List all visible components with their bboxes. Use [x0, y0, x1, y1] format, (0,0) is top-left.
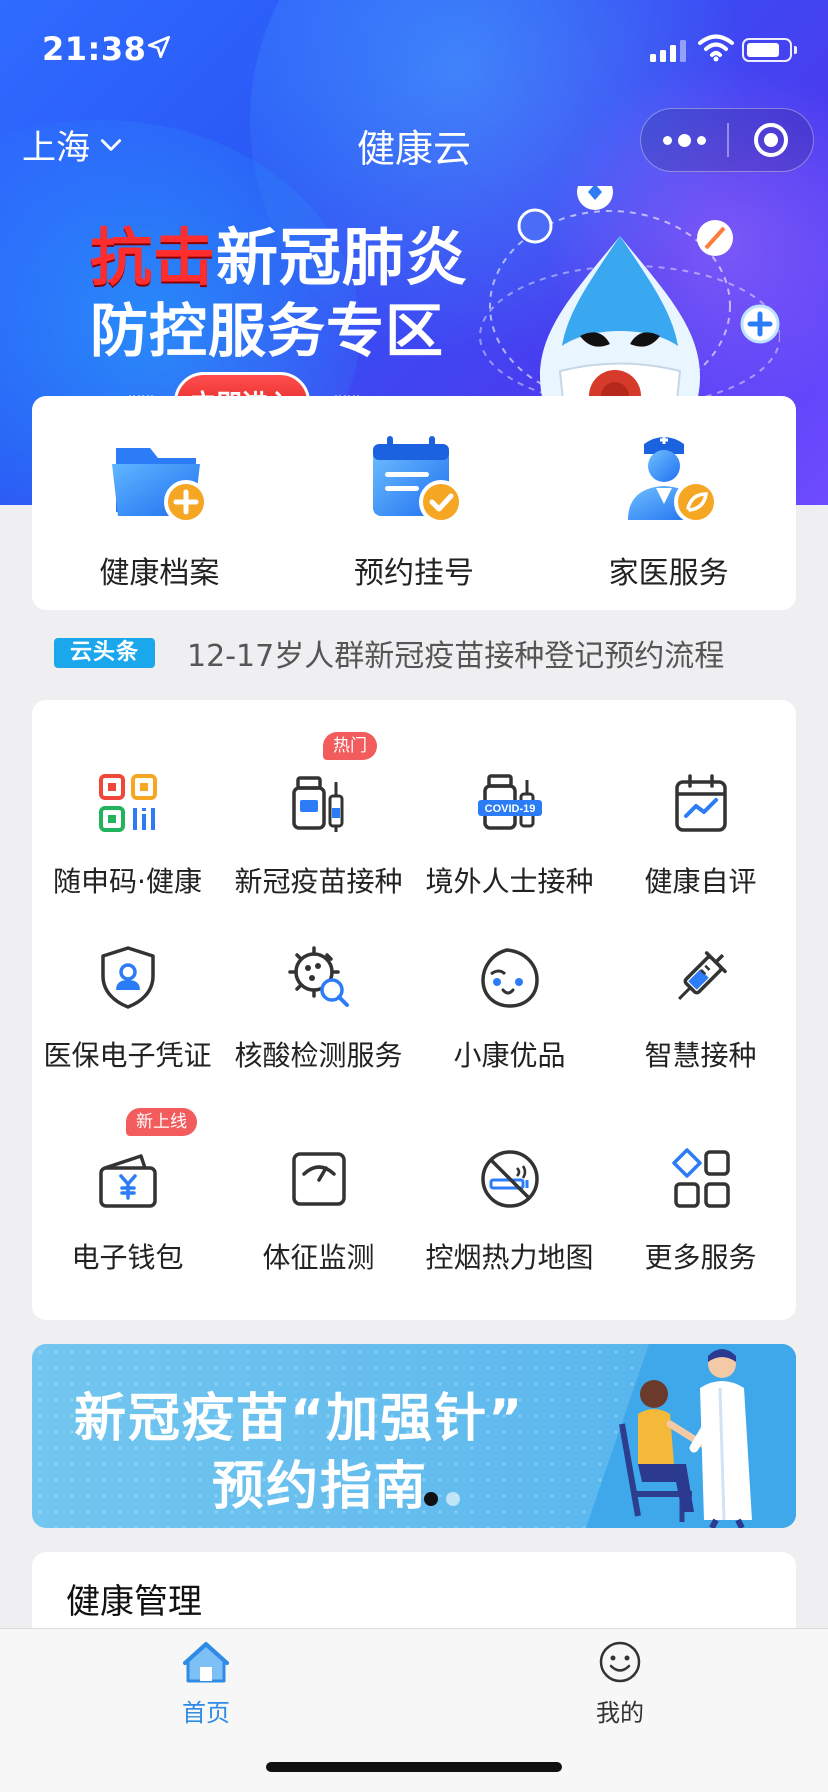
promo-headline: 新冠疫苗“加强针”: [74, 1389, 525, 1449]
shield-badge-icon: [100, 946, 155, 1009]
grid-more-icon: [671, 1148, 730, 1208]
quick-appointment[interactable]: 预约挂号: [287, 396, 542, 610]
battery-icon: [742, 38, 797, 62]
ticker-headline[interactable]: 12-17岁人群新冠疫苗接种登记预约流程: [187, 631, 724, 675]
service-suishen-code[interactable]: 随申码·健康: [32, 770, 223, 900]
service-medical-insurance[interactable]: 医保电子凭证: [32, 944, 223, 1074]
quick-action-label: 健康档案: [99, 556, 220, 591]
calendar-check-icon: [373, 436, 463, 524]
service-label: 体征监测: [262, 1241, 375, 1274]
service-nucleic-test[interactable]: 核酸检测服务: [223, 944, 414, 1074]
covid-vaccine-icon: COVID-19: [477, 774, 542, 830]
tab-mine[interactable]: 我的: [560, 1639, 680, 1728]
service-foreigner-vaccine[interactable]: COVID-19 境外人士接种: [414, 770, 605, 900]
service-label: 核酸检测服务: [234, 1039, 403, 1072]
pager-dot-active[interactable]: [424, 1492, 438, 1506]
calendar-chart-icon: [674, 774, 727, 832]
quick-health-record[interactable]: 健康档案: [32, 396, 287, 610]
service-label: 控烟热力地图: [425, 1241, 594, 1274]
service-label: 医保电子凭证: [43, 1039, 212, 1072]
service-more[interactable]: 更多服务: [605, 1146, 796, 1276]
banner-pager: [424, 1492, 460, 1506]
qr-code-icon: [98, 774, 157, 832]
banner-subheadline: 防控服务专区: [90, 297, 445, 365]
service-label: 智慧接种: [644, 1039, 757, 1072]
service-label: 新冠疫苗接种: [234, 865, 403, 898]
status-bar: 21:38: [0, 0, 828, 96]
more-menu-button[interactable]: [641, 109, 727, 171]
booster-guide-banner[interactable]: 新冠疫苗“加强针” 预约指南: [32, 1344, 796, 1528]
service-covid-vaccine[interactable]: 热门 新冠疫苗接种: [223, 732, 414, 900]
pager-dot[interactable]: [446, 1492, 460, 1506]
vaccine-bottle-icon: [291, 776, 343, 832]
smiley-icon: [599, 1641, 641, 1683]
quick-family-doctor[interactable]: 家医服务: [541, 396, 796, 610]
service-label: 电子钱包: [71, 1241, 184, 1274]
quick-action-label: 预约挂号: [354, 556, 474, 591]
banner-headline: 抗击新冠肺炎: [90, 221, 469, 294]
tab-home-label: 首页: [182, 1699, 230, 1727]
doctor-icon: [627, 436, 718, 524]
covid-zone-banner[interactable]: 抗击新冠肺炎 防控服务专区: [90, 222, 468, 368]
home-icon: [183, 1642, 229, 1683]
service-vital-monitoring[interactable]: 体征监测: [223, 1146, 414, 1276]
service-label: 境外人士接种: [425, 865, 594, 898]
wallet-icon: [98, 1154, 157, 1208]
status-time: 21:38: [42, 30, 147, 68]
service-xiaokang-shop[interactable]: 小康优品: [414, 944, 605, 1074]
scale-icon: [291, 1152, 346, 1206]
location-arrow-icon: [147, 35, 171, 59]
service-label: 小康优品: [453, 1039, 566, 1072]
tab-home[interactable]: 首页: [146, 1639, 266, 1728]
svg-text:COVID-19: COVID-19: [484, 803, 535, 815]
hot-tag: 热门: [323, 732, 377, 760]
service-label: 随申码·健康: [53, 865, 202, 898]
syringe-icon: [677, 951, 727, 1000]
service-e-wallet[interactable]: 新上线 电子钱包: [32, 1108, 223, 1276]
tab-mine-label: 我的: [596, 1699, 644, 1727]
quick-actions-card: 健康档案 预约挂号 家医服务: [32, 396, 796, 610]
ticker-badge: 云头条: [54, 638, 156, 668]
quick-action-label: 家医服务: [608, 556, 729, 591]
doctor-vaccination-illustration: [619, 1349, 752, 1528]
mascot-face-icon: [480, 948, 539, 1008]
target-icon: [753, 123, 788, 157]
home-indicator[interactable]: [266, 1762, 562, 1772]
service-health-self-assessment[interactable]: 健康自评: [605, 770, 796, 900]
service-label: 健康自评: [644, 865, 757, 898]
new-tag: 新上线: [126, 1108, 197, 1136]
folder-plus-icon: [112, 448, 209, 524]
services-grid-card: 随申码·健康 热门 新冠疫苗接种 COVID-19 境外人士接种 健康自评 医保…: [32, 700, 796, 1320]
close-miniprogram-button[interactable]: [729, 123, 814, 157]
cellular-signal-icon: [650, 40, 688, 62]
news-ticker[interactable]: 云头条 12-17岁人群新冠疫苗接种登记预约流程: [54, 632, 724, 674]
service-smoking-heatmap[interactable]: 控烟热力地图: [414, 1146, 605, 1276]
virus-search-icon: [287, 946, 349, 1007]
section-title: 健康管理: [66, 1582, 202, 1622]
wifi-icon: [698, 34, 734, 62]
promo-subheadline: 预约指南: [212, 1457, 429, 1517]
service-smart-vaccination[interactable]: 智慧接种: [605, 944, 796, 1074]
no-smoking-icon: [480, 1150, 539, 1208]
miniprogram-capsule: [640, 108, 814, 172]
nav-bar: 上海 健康云: [0, 100, 828, 184]
service-label: 更多服务: [644, 1241, 757, 1274]
